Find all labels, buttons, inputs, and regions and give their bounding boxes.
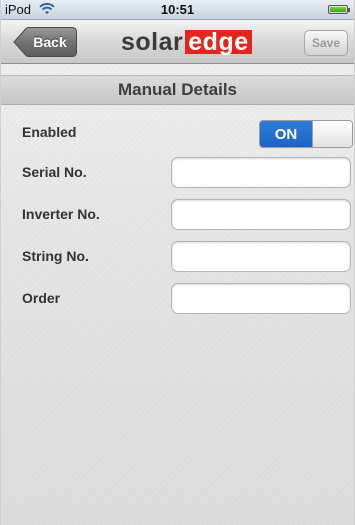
back-button-label: Back — [33, 34, 67, 50]
app-screen: iPod 10:51 Back solar edge Save Manual D… — [0, 0, 355, 525]
toggle-knob[interactable] — [312, 121, 352, 147]
string-input[interactable] — [171, 241, 351, 272]
status-bar: iPod 10:51 — [1, 0, 354, 20]
toggle-on-label: ON — [260, 121, 312, 147]
save-button[interactable]: Save — [304, 30, 348, 56]
logo-text-edge: edge — [185, 30, 252, 55]
order-input[interactable] — [171, 283, 351, 314]
battery-fill — [330, 7, 346, 12]
enabled-label: Enabled — [22, 124, 77, 140]
string-label: String No. — [22, 248, 89, 264]
page-title: Manual Details — [1, 75, 354, 105]
order-label: Order — [22, 290, 61, 306]
back-button[interactable]: Back — [13, 27, 77, 57]
battery-icon — [328, 5, 350, 14]
inverter-input[interactable] — [171, 199, 351, 230]
enabled-toggle[interactable]: ON — [259, 120, 353, 148]
inverter-label: Inverter No. — [22, 206, 100, 222]
clock: 10:51 — [160, 2, 195, 17]
solaredge-logo: solar edge — [121, 27, 252, 57]
serial-label: Serial No. — [22, 164, 87, 180]
serial-input[interactable] — [171, 157, 351, 188]
navigation-bar: Back solar edge Save — [1, 20, 354, 64]
logo-text-solar: solar — [121, 27, 184, 56]
